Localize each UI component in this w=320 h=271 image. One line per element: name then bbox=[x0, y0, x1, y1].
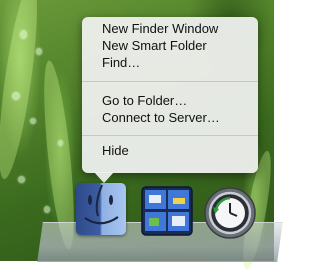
menu-item-new-smart-folder[interactable]: New Smart Folder bbox=[102, 38, 207, 54]
finder-icon[interactable] bbox=[76, 183, 126, 235]
water-drop bbox=[36, 48, 42, 55]
finder-face-icon bbox=[84, 184, 119, 225]
menu-item-go-to-folder[interactable]: Go to Folder… bbox=[102, 93, 187, 109]
water-drop bbox=[18, 176, 25, 183]
menu-item-new-finder-window[interactable]: New Finder Window bbox=[102, 21, 218, 37]
water-drop bbox=[44, 206, 50, 213]
menu-pointer-arrow bbox=[94, 172, 114, 183]
wallpaper-blade bbox=[0, 0, 45, 181]
water-drop bbox=[20, 30, 27, 39]
time-machine-icon[interactable] bbox=[204, 187, 256, 239]
menu-separator bbox=[82, 135, 258, 136]
water-drop bbox=[12, 92, 20, 100]
finder-dock-context-menu: New Finder Window New Smart Folder Find…… bbox=[82, 17, 258, 173]
water-drop bbox=[30, 118, 36, 124]
menu-item-find[interactable]: Find… bbox=[102, 55, 140, 71]
spaces-icon[interactable] bbox=[141, 186, 193, 236]
menu-separator bbox=[82, 81, 258, 82]
water-drop bbox=[58, 140, 63, 146]
menu-item-hide[interactable]: Hide bbox=[102, 143, 129, 159]
time-machine-clock-icon bbox=[204, 187, 256, 239]
menu-item-connect-to-server[interactable]: Connect to Server… bbox=[102, 110, 220, 126]
spaces-grid-icon bbox=[141, 186, 193, 236]
